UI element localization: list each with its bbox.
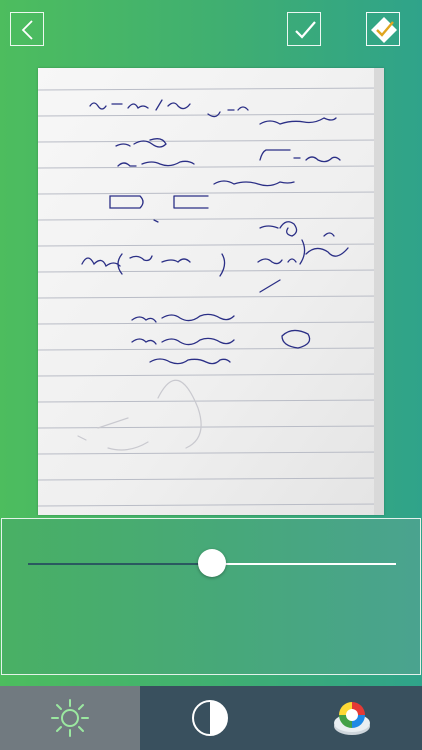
chevron-left-icon <box>21 20 33 40</box>
top-toolbar <box>0 0 422 60</box>
slider-thumb[interactable] <box>198 549 226 577</box>
tab-contrast[interactable] <box>140 686 281 750</box>
crop-confirm-button[interactable] <box>366 12 400 46</box>
contrast-icon <box>192 700 228 736</box>
confirm-button[interactable] <box>287 12 321 46</box>
tab-color[interactable] <box>281 686 422 750</box>
adjustment-slider[interactable] <box>28 549 396 577</box>
back-button[interactable] <box>10 12 44 46</box>
tab-brightness[interactable] <box>0 686 140 750</box>
diamond-check-icon <box>371 17 397 43</box>
bottom-tab-bar <box>0 686 422 750</box>
document-preview <box>38 68 384 515</box>
adjustment-panel <box>1 518 421 675</box>
slider-fill <box>28 563 212 565</box>
sun-icon <box>51 699 89 737</box>
check-icon <box>295 21 316 39</box>
color-wheel-icon <box>334 702 370 735</box>
